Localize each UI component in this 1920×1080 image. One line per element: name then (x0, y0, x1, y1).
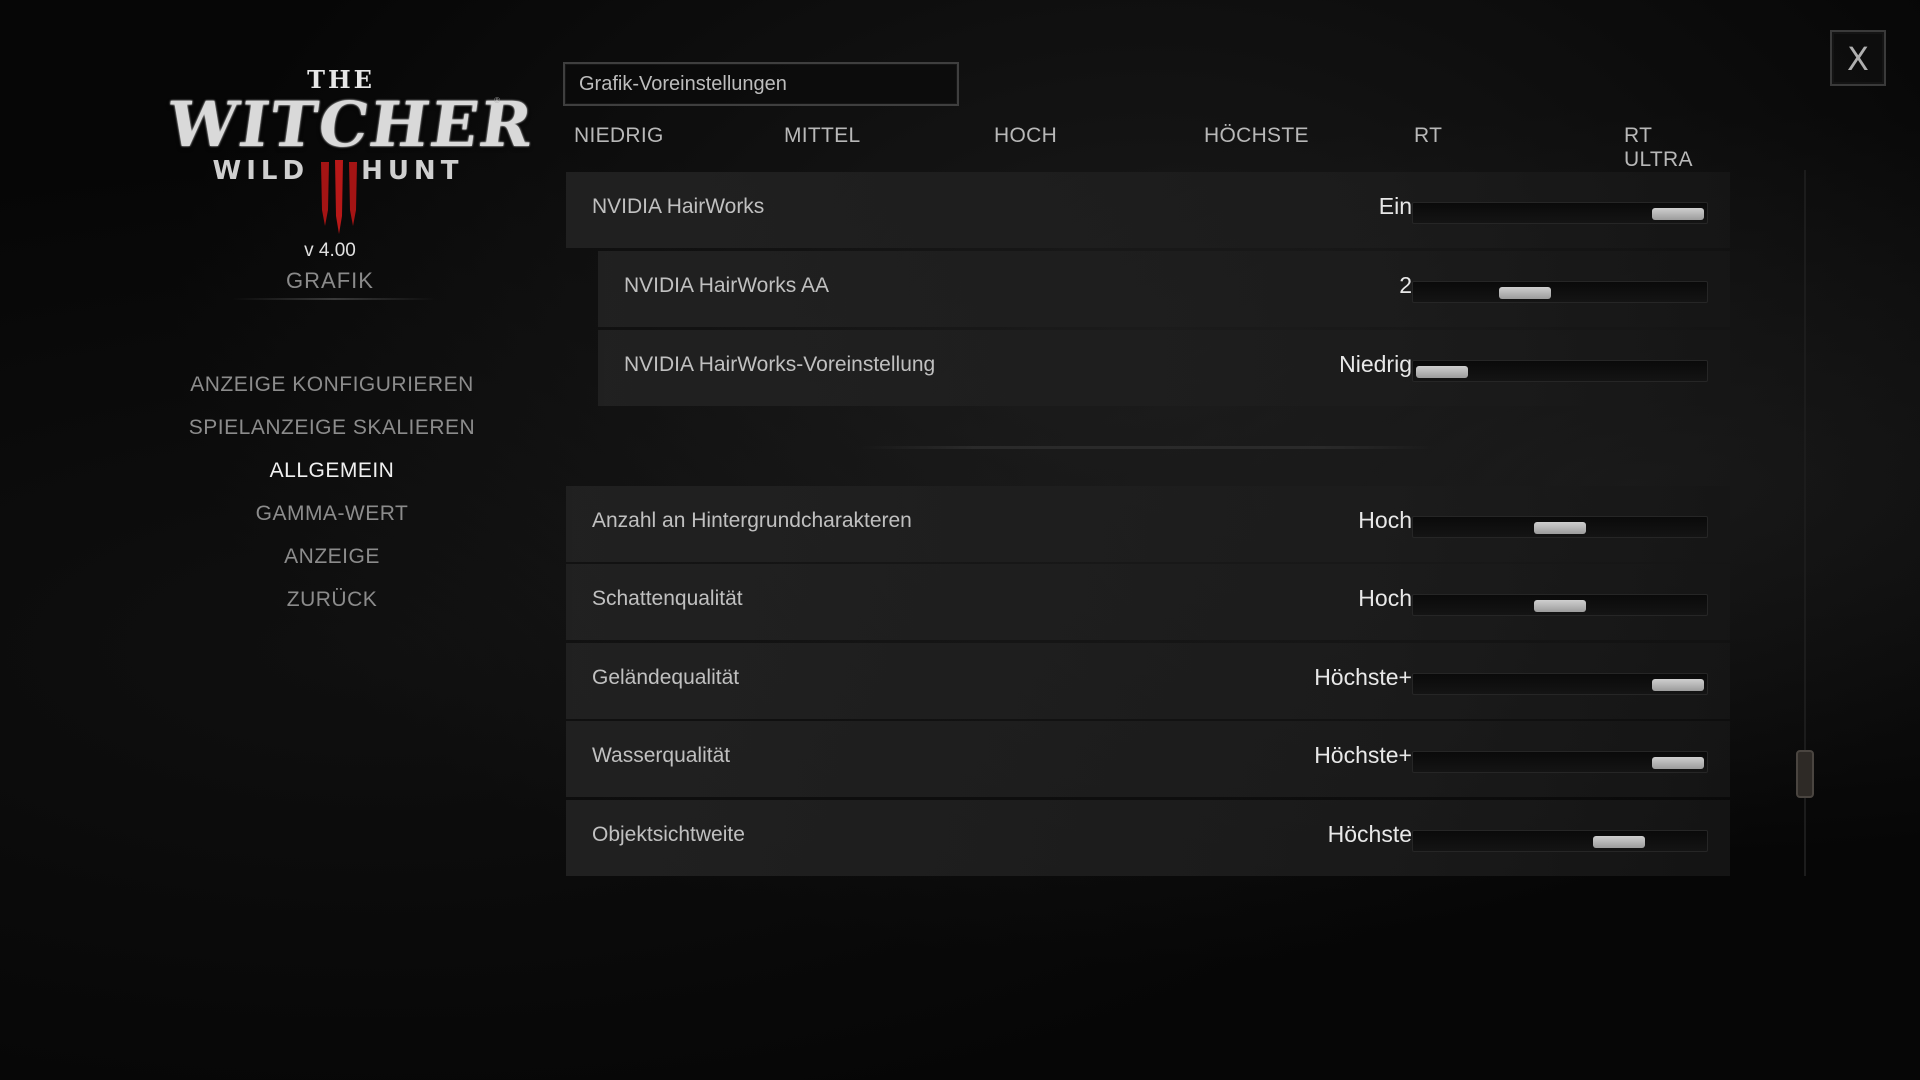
version-label: v 4.00 (304, 240, 356, 261)
setting-row-object-distance[interactable]: Objektsichtweite Höchste (566, 800, 1730, 876)
slider-thumb[interactable] (1652, 757, 1704, 769)
setting-label: Anzahl an Hintergrundcharakteren (592, 509, 912, 532)
preset-mittel[interactable]: MITTEL (784, 124, 860, 148)
setting-slider[interactable] (1412, 594, 1708, 616)
setting-label: NVIDIA HairWorks AA (624, 274, 829, 297)
setting-label: Schattenqualität (592, 587, 743, 610)
menu-item-anzeige[interactable]: ANZEIGE (182, 540, 482, 583)
setting-row-water-quality[interactable]: Wasserqualität Höchste+ (566, 721, 1730, 797)
setting-label: Objektsichtweite (592, 823, 745, 846)
setting-label: NVIDIA HairWorks-Voreinstellung (624, 353, 936, 376)
setting-row-hairworks-aa[interactable]: NVIDIA HairWorks AA 2 (598, 251, 1730, 327)
graphics-settings-screen: THE WITCHER ® WILD HUNT v 4.00 GRAFIK ANZ… (0, 0, 1920, 1080)
witcher-logo: THE WITCHER ® WILD HUNT (163, 68, 539, 243)
setting-value: Niedrig (1339, 351, 1412, 377)
setting-slider[interactable] (1412, 516, 1708, 538)
scrollbar-thumb[interactable] (1796, 750, 1814, 798)
setting-label: Wasserqualität (592, 744, 731, 767)
slider-thumb[interactable] (1534, 600, 1586, 612)
preset-niedrig[interactable]: NIEDRIG (574, 124, 664, 148)
menu-item-zurueck[interactable]: ZURÜCK (182, 583, 482, 626)
setting-value: 2 (1399, 272, 1412, 298)
setting-value: Hoch (1358, 507, 1412, 533)
graphics-preset-field[interactable]: Grafik-Voreinstellungen (563, 62, 959, 106)
slider-thumb[interactable] (1593, 836, 1645, 848)
menu-item-anzeige-konfigurieren[interactable]: ANZEIGE KONFIGURIEREN (182, 368, 482, 411)
setting-value: Hoch (1358, 585, 1412, 611)
setting-slider[interactable] (1412, 751, 1708, 773)
setting-row-background-characters[interactable]: Anzahl an Hintergrundcharakteren Hoch (566, 486, 1730, 562)
logo-sub-right: HUNT (361, 156, 464, 186)
preset-hoch[interactable]: HOCH (994, 124, 1057, 148)
preset-rt[interactable]: RT (1414, 124, 1442, 148)
slider-thumb[interactable] (1498, 287, 1551, 299)
preset-level-options: NIEDRIG MITTEL HOCH HÖCHSTE RT RT ULTRA (574, 124, 1714, 171)
menu-item-allgemein[interactable]: ALLGEMEIN (182, 454, 482, 497)
setting-row-hairworks-preset[interactable]: NVIDIA HairWorks-Voreinstellung Niedrig (598, 330, 1730, 406)
setting-slider[interactable] (1412, 830, 1708, 852)
slider-thumb[interactable] (1652, 208, 1704, 220)
setting-row-terrain-quality[interactable]: Geländequalität Höchste+ (566, 643, 1730, 719)
menu-item-gamma-wert[interactable]: GAMMA-WERT (182, 497, 482, 540)
logo-registered-mark: ® (494, 96, 500, 105)
settings-menu: ANZEIGE KONFIGURIEREN SPIELANZEIGE SKALI… (182, 368, 482, 626)
preset-hoechste[interactable]: HÖCHSTE (1204, 124, 1309, 148)
setting-slider[interactable] (1412, 673, 1708, 695)
setting-slider[interactable] (1412, 202, 1708, 224)
logo-sub-left: WILD (212, 156, 310, 186)
slider-thumb[interactable] (1534, 522, 1586, 534)
setting-slider[interactable] (1412, 360, 1708, 382)
setting-row-shadow-quality[interactable]: Schattenqualität Hoch (566, 564, 1730, 640)
menu-item-spielanzeige-skalieren[interactable]: SPIELANZEIGE SKALIEREN (182, 411, 482, 454)
setting-value: Ein (1378, 193, 1412, 219)
setting-value: Höchste+ (1314, 742, 1412, 768)
setting-value: Höchste+ (1314, 664, 1412, 690)
setting-row-hairworks[interactable]: NVIDIA HairWorks Ein (566, 172, 1730, 248)
setting-slider[interactable] (1412, 281, 1708, 303)
logo-main-text: WITCHER (162, 88, 539, 161)
setting-label: Geländequalität (592, 666, 740, 689)
close-icon: X (1847, 40, 1869, 78)
roman-three-claw-icon (321, 160, 357, 234)
setting-label: NVIDIA HairWorks (592, 195, 765, 218)
section-divider (232, 298, 436, 300)
group-divider (860, 446, 1436, 449)
slider-thumb[interactable] (1416, 366, 1468, 378)
graphics-preset-label: Grafik-Voreinstellungen (579, 73, 787, 95)
section-title: GRAFIK (286, 268, 374, 293)
preset-rt-ultra[interactable]: RT ULTRA (1624, 124, 1714, 172)
slider-thumb[interactable] (1652, 679, 1704, 691)
setting-value: Höchste (1327, 821, 1412, 847)
close-button[interactable]: X (1830, 30, 1886, 86)
